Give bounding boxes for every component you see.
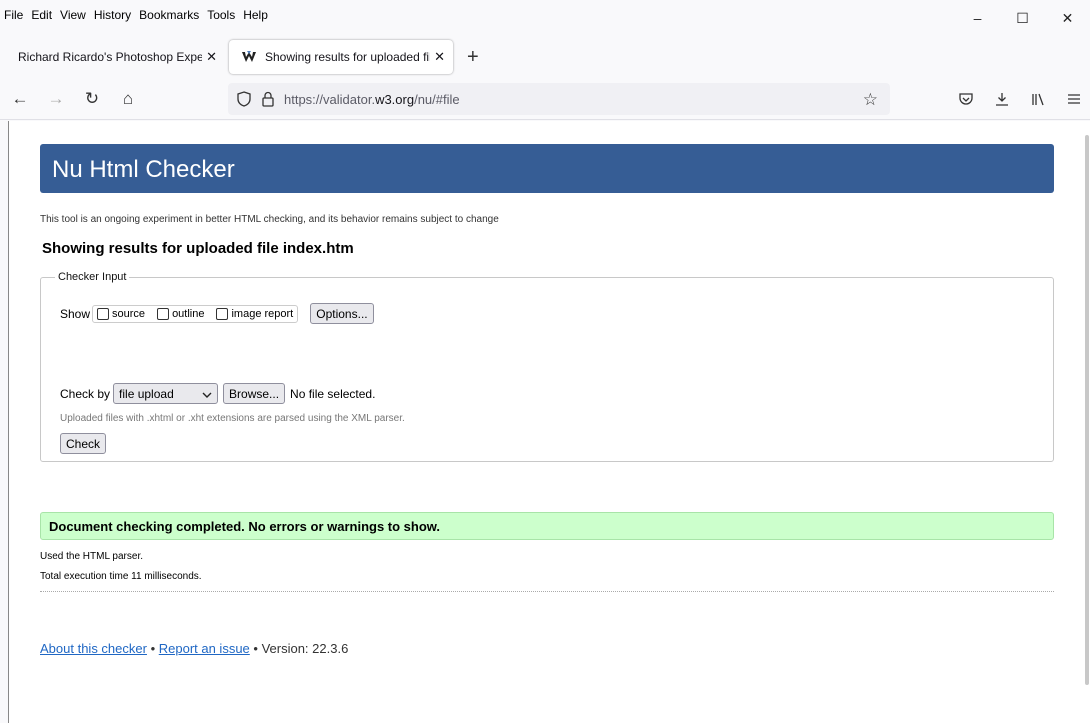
success-message: Document checking completed. No errors o…	[40, 512, 1054, 540]
check-button[interactable]: Check	[60, 433, 107, 454]
menu-bookmarks[interactable]: Bookmarks	[139, 8, 199, 22]
menu-icon[interactable]	[1058, 83, 1090, 115]
checkbox-label: source	[112, 307, 146, 320]
checkbox-box[interactable]	[97, 307, 110, 320]
url-prefix: https://validator.	[284, 91, 376, 107]
image-report-checkbox[interactable]: image report	[216, 307, 294, 320]
lock-icon[interactable]	[260, 91, 276, 107]
menu-edit[interactable]: Edit	[31, 8, 52, 22]
shield-icon[interactable]	[236, 91, 252, 107]
no-file-selected-text: No file selected.	[290, 386, 376, 401]
divider	[40, 591, 1054, 592]
show-label: Show	[60, 306, 91, 321]
checker-input-fieldset: Checker Input Show source outline image …	[40, 271, 1054, 462]
url-text[interactable]: https://validator.w3.org/nu/#file	[284, 92, 460, 107]
source-checkbox[interactable]: source	[97, 307, 146, 320]
check-by-label: Check by	[60, 386, 111, 401]
close-window-button[interactable]: ✕	[1045, 0, 1090, 36]
checker-input-legend: Checker Input	[58, 271, 127, 283]
page-content: Nu Html Checker This tool is an ongoing …	[8, 121, 1082, 723]
tab-title: Showing results for uploaded fil	[265, 50, 431, 64]
url-suffix: /nu/#file	[414, 91, 460, 107]
tab-title: Richard Ricardo's Photoshop Experi	[18, 50, 203, 64]
reload-button[interactable]: ↻	[76, 83, 108, 115]
check-by-row: Check by file upload Browse... No file s…	[60, 383, 375, 404]
maximize-button[interactable]: ☐	[1000, 0, 1045, 36]
execution-time-note: Total execution time 11 milliseconds.	[40, 571, 202, 582]
menu-history[interactable]: History	[94, 8, 131, 22]
footer: About this checker • Report an issue • V…	[40, 641, 348, 656]
page-header: Nu Html Checker	[40, 144, 1054, 193]
tab-bar: Richard Ricardo's Photoshop Experi ✕ Sho…	[0, 36, 1090, 78]
options-button[interactable]: Options...	[310, 303, 374, 324]
menu-bar: File Edit View History Bookmarks Tools H…	[0, 0, 1090, 36]
new-tab-button[interactable]: +	[467, 46, 479, 69]
version-text: • Version: 22.3.6	[249, 641, 349, 656]
checkbox-box[interactable]	[157, 307, 170, 320]
chevron-down-icon	[202, 387, 212, 401]
result-title: Showing results for uploaded file index.…	[42, 240, 354, 257]
url-bar[interactable]: https://validator.w3.org/nu/#file ☆	[228, 83, 890, 115]
outline-checkbox[interactable]: outline	[157, 307, 205, 320]
tab-validator-results[interactable]: Showing results for uploaded fil ✕	[229, 40, 453, 74]
checkbox-label: image report	[231, 307, 294, 320]
toolbar-right	[946, 78, 1090, 120]
show-options-group: source outline image report	[92, 304, 299, 323]
download-icon[interactable]	[986, 83, 1018, 115]
library-icon[interactable]	[1022, 83, 1054, 115]
check-by-value: file upload	[119, 386, 174, 401]
back-button[interactable]: ←	[4, 83, 36, 115]
checkbox-label: outline	[172, 307, 205, 320]
browse-button[interactable]: Browse...	[223, 383, 286, 404]
navigation-bar: ← → ↻ ⌂ https://validator.w3.org/nu/#fil…	[0, 78, 1090, 120]
home-button[interactable]: ⌂	[112, 83, 144, 115]
about-checker-link[interactable]: About this checker	[40, 641, 147, 656]
forward-button[interactable]: →	[40, 83, 72, 115]
tab-photoshop-experience[interactable]: Richard Ricardo's Photoshop Experi ✕	[0, 40, 225, 74]
browser-window: File Edit View History Bookmarks Tools H…	[0, 0, 1090, 723]
scroll-thumb[interactable]	[1085, 135, 1089, 685]
show-options-row: Show source outline image report Options…	[60, 303, 374, 324]
url-host: w3.org	[375, 91, 415, 107]
parser-note: Used the HTML parser.	[40, 551, 144, 562]
scrollbar[interactable]	[1082, 121, 1090, 723]
w3c-favicon-icon	[241, 49, 257, 65]
menu-tools[interactable]: Tools	[207, 8, 235, 22]
pocket-icon[interactable]	[950, 83, 982, 115]
window-controls: – ☐ ✕	[955, 0, 1090, 36]
minimize-button[interactable]: –	[955, 0, 1000, 36]
tab-close-icon[interactable]: ✕	[434, 49, 445, 65]
bookmark-star-icon[interactable]: ☆	[863, 90, 878, 110]
xml-parser-note: Uploaded files with .xhtml or .xht exten…	[60, 413, 405, 424]
check-by-select[interactable]: file upload	[113, 383, 219, 404]
footer-separator: •	[146, 641, 159, 656]
report-issue-link[interactable]: Report an issue	[159, 641, 250, 656]
menu-help[interactable]: Help	[243, 8, 268, 22]
tab-close-icon[interactable]: ✕	[206, 49, 217, 65]
intro-text: This tool is an ongoing experiment in be…	[40, 214, 499, 225]
checkbox-box[interactable]	[216, 307, 229, 320]
menu-file[interactable]: File	[4, 8, 23, 22]
menu-view[interactable]: View	[60, 8, 86, 22]
